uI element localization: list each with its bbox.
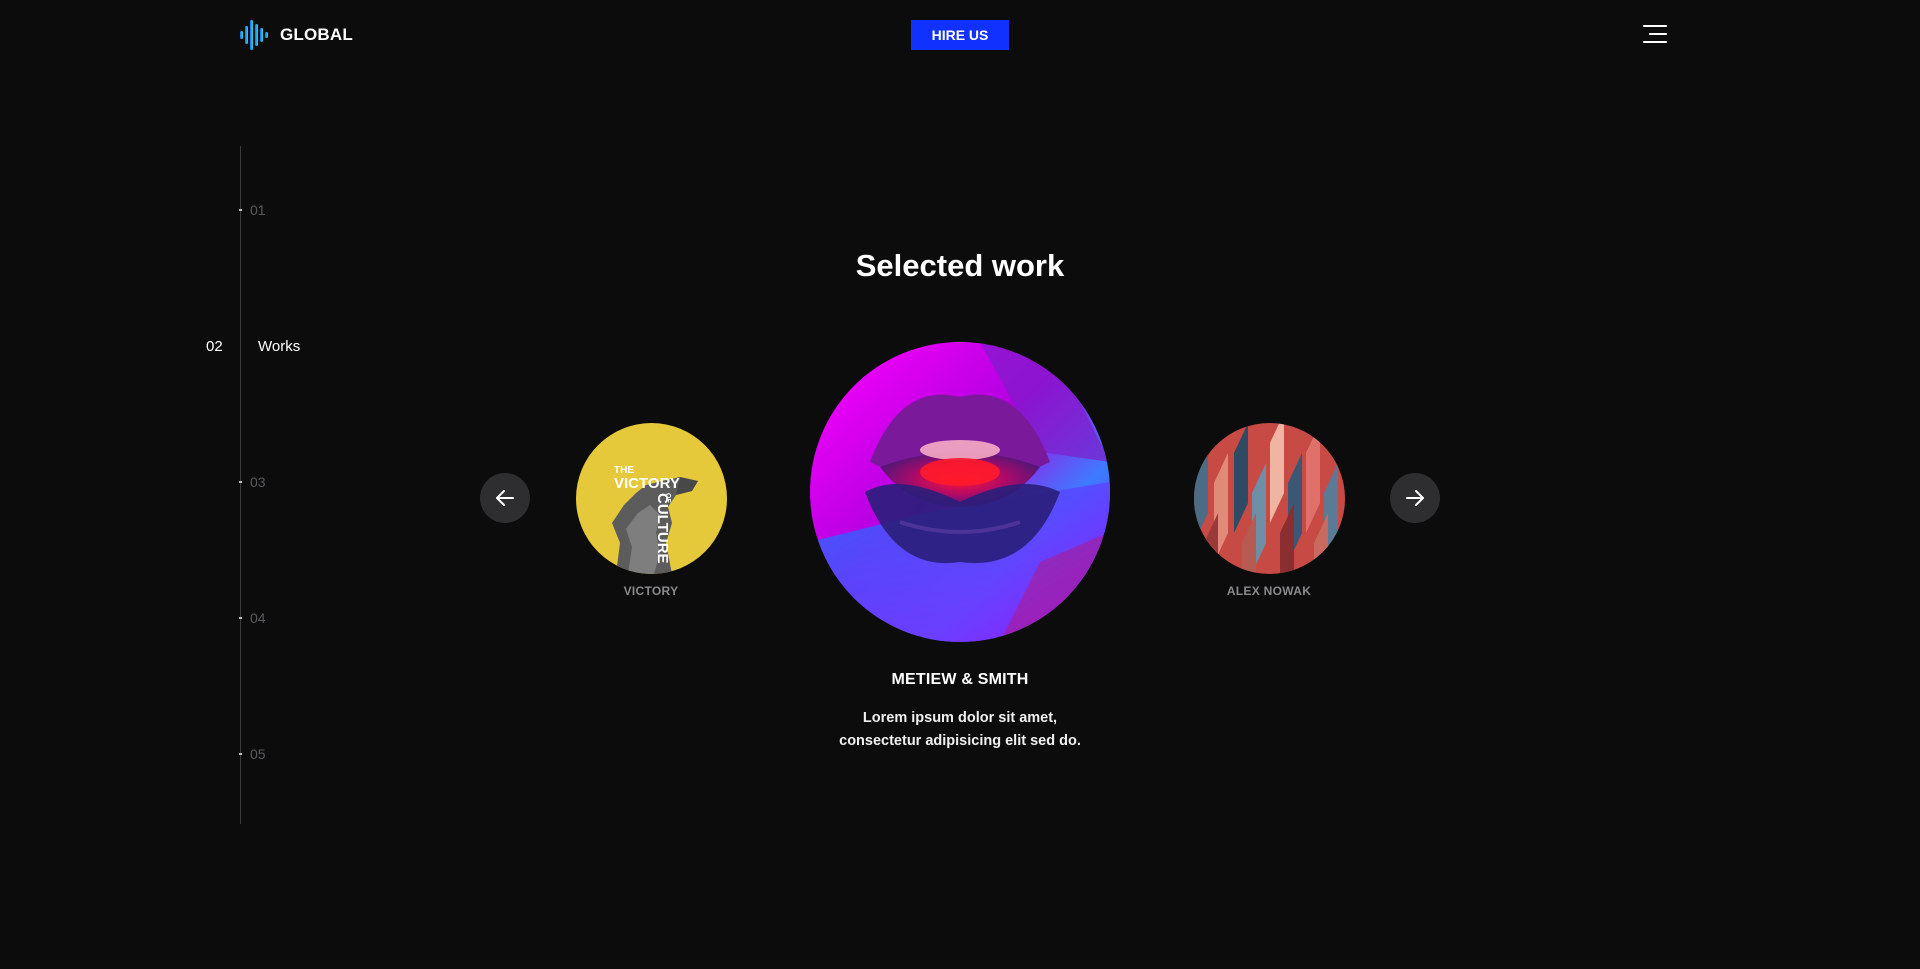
side-nav-item-02[interactable]: 02 Works (0, 336, 340, 356)
side-nav-item-04[interactable]: 04 (0, 608, 340, 628)
nav-dot (239, 753, 242, 755)
nav-dot (239, 481, 242, 483)
side-nav-item-03[interactable]: 03 (0, 472, 340, 492)
alex-nowak-cover-image (1194, 423, 1345, 574)
svg-text:VICTORY: VICTORY (614, 475, 680, 492)
carousel-next-button[interactable] (1390, 473, 1440, 523)
metiew-smith-cover-image (810, 342, 1110, 642)
nav-number: 03 (250, 474, 266, 490)
carousel-prev-button[interactable] (480, 473, 530, 523)
arrow-left-icon (496, 490, 514, 506)
work-caption-victory: VICTORY (623, 584, 679, 598)
work-thumbnail-metiew-smith[interactable] (810, 342, 1110, 642)
hire-us-button[interactable]: HIRE US (911, 20, 1009, 50)
section-title: Selected work (855, 248, 1065, 283)
work-thumbnail-victory[interactable]: THE VICTORY OF CULTURE (576, 423, 727, 574)
nav-number: 02 (206, 338, 223, 355)
arrow-right-icon (1406, 490, 1424, 506)
nav-dot (239, 617, 242, 619)
hamburger-menu-icon[interactable] (1643, 25, 1667, 45)
work-caption-alex-nowak: ALEX NOWAK (1226, 584, 1312, 598)
nav-label: Works (258, 338, 301, 355)
work-caption-metiew-smith: METIEW & SMITH (891, 671, 1029, 688)
logo[interactable]: GLOBAL (240, 20, 353, 50)
nav-dot (239, 209, 242, 211)
nav-number: 04 (250, 610, 266, 626)
side-nav-item-01[interactable]: 01 (0, 200, 340, 220)
page: GLOBAL HIRE US 01 02 Works 03 04 05 Sele… (0, 0, 1920, 969)
work-description-line-2: consectetur adipisicing elit sed do. (839, 733, 1081, 749)
logo-text: GLOBAL (280, 25, 353, 44)
victory-cover-image: THE VICTORY OF CULTURE (576, 423, 727, 574)
work-description-line-1: Lorem ipsum dolor sit amet, (862, 710, 1058, 726)
nav-number: 01 (250, 202, 266, 218)
work-thumbnail-alex-nowak[interactable] (1194, 423, 1345, 574)
svg-text:CULTURE: CULTURE (654, 493, 671, 564)
sound-wave-icon (240, 20, 268, 50)
